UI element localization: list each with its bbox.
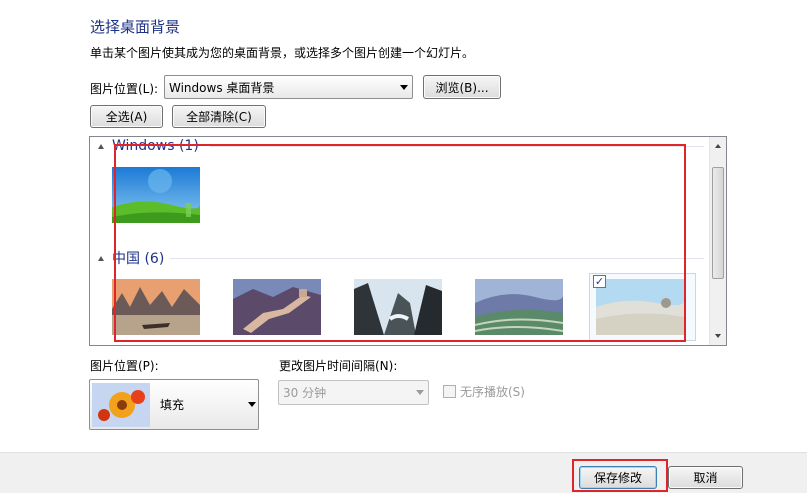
position-select[interactable]: 填充 <box>89 379 259 430</box>
chevron-down-icon <box>248 402 256 407</box>
page-description: 单击某个图片使其成为您的桌面背景，或选择多个图片创建一个幻灯片。 <box>90 46 475 60</box>
interval-label: 更改图片时间间隔(N): <box>279 359 398 373</box>
collapse-arrow-icon[interactable] <box>98 255 104 261</box>
flower-icon <box>92 382 150 427</box>
group-header-china[interactable]: 中国 (6) <box>98 249 164 267</box>
scrollbar-thumb[interactable] <box>712 167 724 279</box>
scroll-up-icon[interactable] <box>715 144 721 148</box>
group-header-windows[interactable]: Windows (1) <box>98 137 199 155</box>
collapse-arrow-icon[interactable] <box>98 143 104 149</box>
great-wall-wallpaper-thumbnail[interactable] <box>233 279 321 335</box>
dialog-footer: 保存修改 取消 <box>0 452 807 493</box>
select-all-button[interactable]: 全选(A) <box>90 105 163 128</box>
windows-landscape-image <box>112 167 200 223</box>
save-button[interactable]: 保存修改 <box>579 466 657 489</box>
location-select[interactable]: Windows 桌面背景 <box>164 75 413 99</box>
wallpaper-list[interactable]: Windows (1) 中国 (6) ✓ <box>89 136 727 346</box>
shuffle-checkbox[interactable] <box>443 385 456 398</box>
huangshan-mountains-wallpaper-thumbnail[interactable] <box>354 279 442 335</box>
shuffle-option[interactable]: 无序播放(S) <box>443 383 525 400</box>
rice-terraces-wallpaper-thumbnail[interactable] <box>475 279 563 335</box>
position-label: 图片位置(P): <box>90 359 159 373</box>
browse-button[interactable]: 浏览(B)... <box>423 75 501 99</box>
great-wall-image <box>233 279 321 335</box>
interval-select[interactable]: 30 分钟 <box>278 380 429 405</box>
group-divider <box>170 258 704 259</box>
shuffle-label: 无序播放(S) <box>460 385 525 399</box>
location-label: 图片位置(L): <box>90 82 159 96</box>
thumbnail-checkbox[interactable]: ✓ <box>593 275 606 288</box>
clear-all-button[interactable]: 全部清除(C) <box>172 105 266 128</box>
scroll-down-icon[interactable] <box>715 334 721 338</box>
rice-terraces-image <box>475 279 563 335</box>
windows-landscape-wallpaper-thumbnail[interactable] <box>112 167 200 223</box>
group-title: 中国 (6) <box>112 251 165 267</box>
karst-mountains-river-image <box>112 279 200 335</box>
interval-select-value: 30 分钟 <box>283 386 327 400</box>
chevron-down-icon <box>416 390 424 395</box>
cancel-button[interactable]: 取消 <box>668 466 743 489</box>
location-select-value: Windows 桌面背景 <box>169 80 275 95</box>
group-divider <box>210 146 704 147</box>
page-title: 选择桌面背景 <box>90 18 181 36</box>
position-select-value: 填充 <box>160 398 185 412</box>
chevron-down-icon <box>400 84 408 90</box>
group-title: Windows (1) <box>112 138 199 154</box>
karst-mountains-river-wallpaper-thumbnail[interactable] <box>112 279 200 335</box>
list-scrollbar[interactable] <box>709 137 726 345</box>
huangshan-mountains-image <box>354 279 442 335</box>
